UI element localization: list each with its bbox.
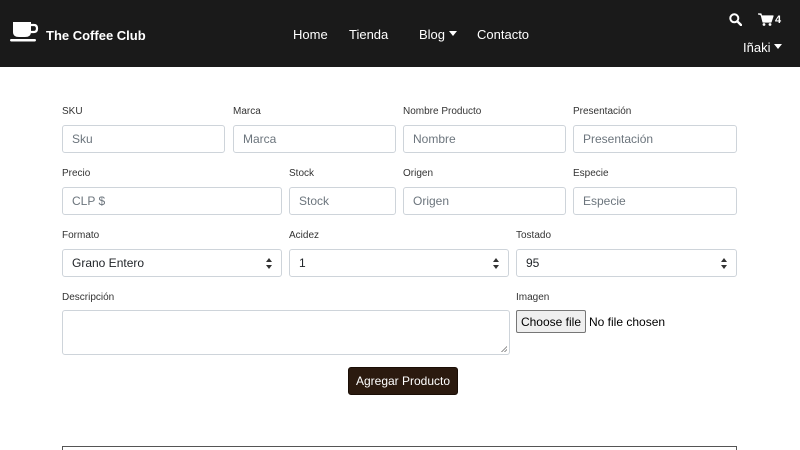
nav-blog-dropdown[interactable]: Blog <box>419 27 458 43</box>
sku-label: SKU <box>62 106 83 117</box>
presentacion-label: Presentación <box>573 106 632 117</box>
user-menu-dropdown[interactable]: Iñaki <box>743 40 783 55</box>
nav-contacto[interactable]: Contacto <box>477 27 529 43</box>
acidez-select[interactable]: 1 <box>289 249 509 277</box>
cart-icon[interactable] <box>758 13 774 26</box>
imagen-label: Imagen <box>516 292 550 303</box>
formato-label: Formato <box>62 230 100 241</box>
tostado-value: 95 <box>526 256 540 270</box>
coffee-cup-icon <box>10 22 39 42</box>
chevron-down-icon <box>449 31 458 37</box>
agregar-producto-button[interactable]: Agregar Producto <box>348 367 458 395</box>
file-status-text: No file chosen <box>589 315 666 329</box>
especie-input[interactable] <box>573 187 737 215</box>
choose-file-button[interactable]: Choose file <box>516 310 586 333</box>
acidez-label: Acidez <box>289 230 320 241</box>
descripcion-label: Descripción <box>62 292 115 303</box>
formato-select[interactable]: Grano Entero <box>62 249 282 277</box>
nombre-producto-input[interactable] <box>403 125 566 153</box>
precio-input[interactable] <box>62 187 282 215</box>
marca-input[interactable] <box>233 125 396 153</box>
brand-name: The Coffee Club <box>46 27 146 43</box>
resize-handle-icon[interactable] <box>501 346 507 352</box>
cart-count-badge: 4 <box>775 14 782 26</box>
chevron-down-icon <box>774 44 783 50</box>
select-arrows-icon <box>266 258 273 269</box>
navbar: The Coffee Club Home Tienda Blog Contact… <box>0 0 800 67</box>
nav-home[interactable]: Home <box>293 27 328 43</box>
nav-tienda[interactable]: Tienda <box>349 27 388 43</box>
tostado-label: Tostado <box>516 230 552 241</box>
nombre-producto-label: Nombre Producto <box>403 106 482 117</box>
tostado-select[interactable]: 95 <box>516 249 737 277</box>
sku-input[interactable] <box>62 125 225 153</box>
acidez-value: 1 <box>299 256 306 270</box>
stock-input[interactable] <box>289 187 396 215</box>
brand-link[interactable]: The Coffee Club <box>10 20 146 44</box>
stock-label: Stock <box>289 168 315 179</box>
formato-value: Grano Entero <box>72 256 145 270</box>
origen-input[interactable] <box>403 187 566 215</box>
select-arrows-icon <box>721 258 728 269</box>
especie-label: Especie <box>573 168 609 179</box>
select-arrows-icon <box>493 258 500 269</box>
presentacion-input[interactable] <box>573 125 737 153</box>
origen-label: Origen <box>403 168 434 179</box>
nav-blog-label: Blog <box>419 27 446 42</box>
descripcion-textarea[interactable] <box>62 310 510 355</box>
products-table <box>62 446 737 450</box>
search-icon[interactable] <box>729 13 742 26</box>
marca-label: Marca <box>233 106 261 117</box>
precio-label: Precio <box>62 168 91 179</box>
user-name: Iñaki <box>743 40 771 55</box>
